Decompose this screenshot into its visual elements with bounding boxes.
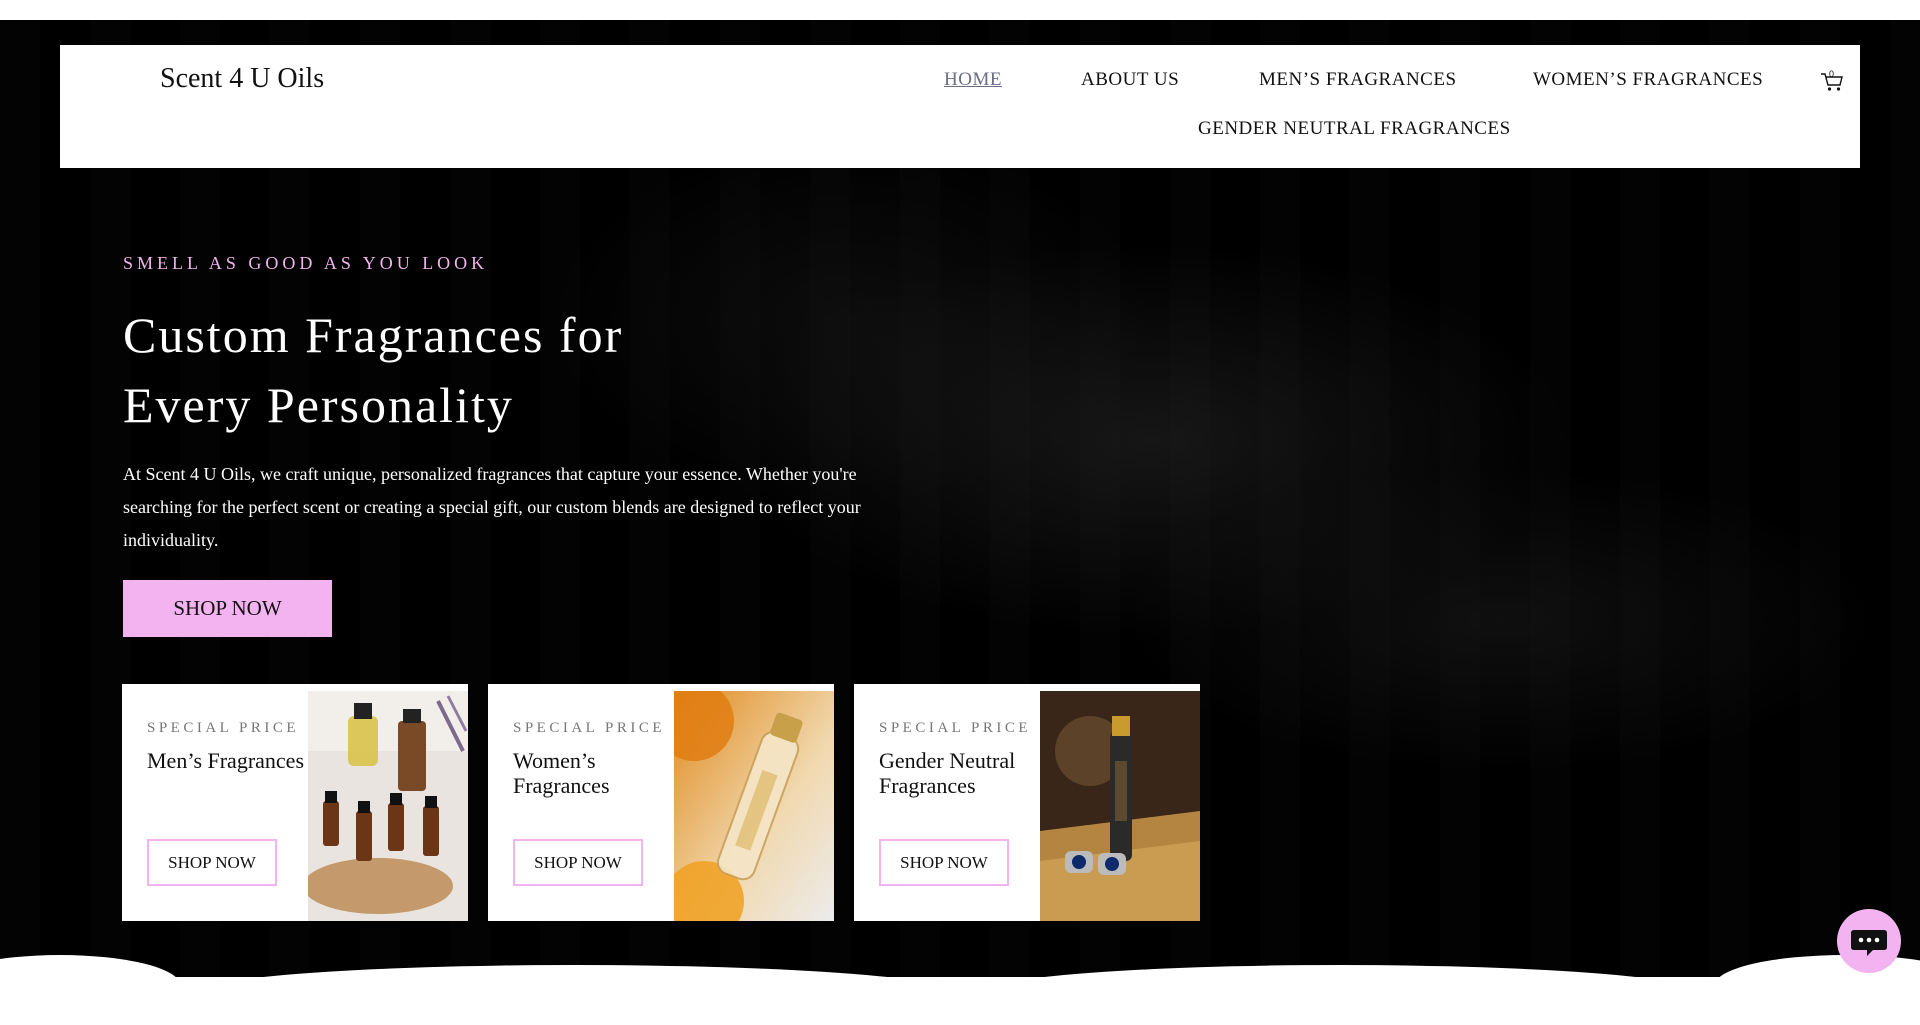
site-logo[interactable]: Scent 4 U Oils — [160, 63, 324, 95]
scallop-edge — [970, 965, 1710, 1025]
card-title: Women’s Fragrances — [513, 748, 610, 798]
nav-mens-fragrances[interactable]: MEN’S FRAGRANCES — [1259, 69, 1457, 91]
card-title: Men’s Fragrances — [147, 748, 305, 773]
hero-shop-now-button[interactable]: SHOP NOW — [123, 580, 332, 637]
mens-fragrances-image — [308, 691, 468, 921]
hero-title-line-1: Custom Fragrances for — [123, 307, 624, 363]
scallop-edge — [185, 965, 965, 1025]
card-shop-now-button[interactable]: SHOP NOW — [513, 839, 643, 886]
hero-title-line-2: Every Personality — [123, 377, 514, 433]
card-eyebrow: SPECIAL PRICE — [513, 720, 666, 736]
site-header: Scent 4 U Oils HOME ABOUT US MEN’S FRAGR… — [60, 45, 1860, 168]
cart-icon[interactable]: 0 — [1820, 69, 1844, 93]
hero-description: At Scent 4 U Oils, we craft unique, pers… — [123, 464, 861, 550]
card-eyebrow: SPECIAL PRICE — [879, 720, 1032, 736]
nav-gender-neutral-fragrances[interactable]: GENDER NEUTRAL FRAGRANCES — [1198, 118, 1511, 140]
chat-button[interactable] — [1837, 909, 1901, 973]
product-card-gender-neutral: SPECIAL PRICE Gender Neutral Fragrances … — [854, 684, 1200, 921]
product-card-womens: SPECIAL PRICE Women’s Fragrances SHOP NO… — [488, 684, 834, 921]
product-card-mens: SPECIAL PRICE Men’s Fragrances SHOP NOW — [122, 684, 468, 921]
hero-eyebrow: SMELL AS GOOD AS YOU LOOK — [123, 253, 489, 273]
card-shop-now-button[interactable]: SHOP NOW — [879, 839, 1009, 886]
chat-bubble-icon — [1851, 930, 1887, 956]
nav-womens-fragrances[interactable]: WOMEN’S FRAGRANCES — [1533, 69, 1763, 91]
nav-home[interactable]: HOME — [944, 69, 1002, 91]
card-shop-now-button[interactable]: SHOP NOW — [147, 839, 277, 886]
card-title: Gender Neutral Fragrances — [879, 748, 1016, 798]
gender-neutral-fragrances-image — [1040, 691, 1200, 921]
card-eyebrow: SPECIAL PRICE — [147, 720, 300, 736]
nav-about-us[interactable]: ABOUT US — [1081, 69, 1179, 91]
cart-count: 0 — [1829, 69, 1835, 79]
womens-fragrances-image — [674, 691, 834, 921]
hero-title: Custom Fragrances for Every Personality — [123, 300, 843, 440]
